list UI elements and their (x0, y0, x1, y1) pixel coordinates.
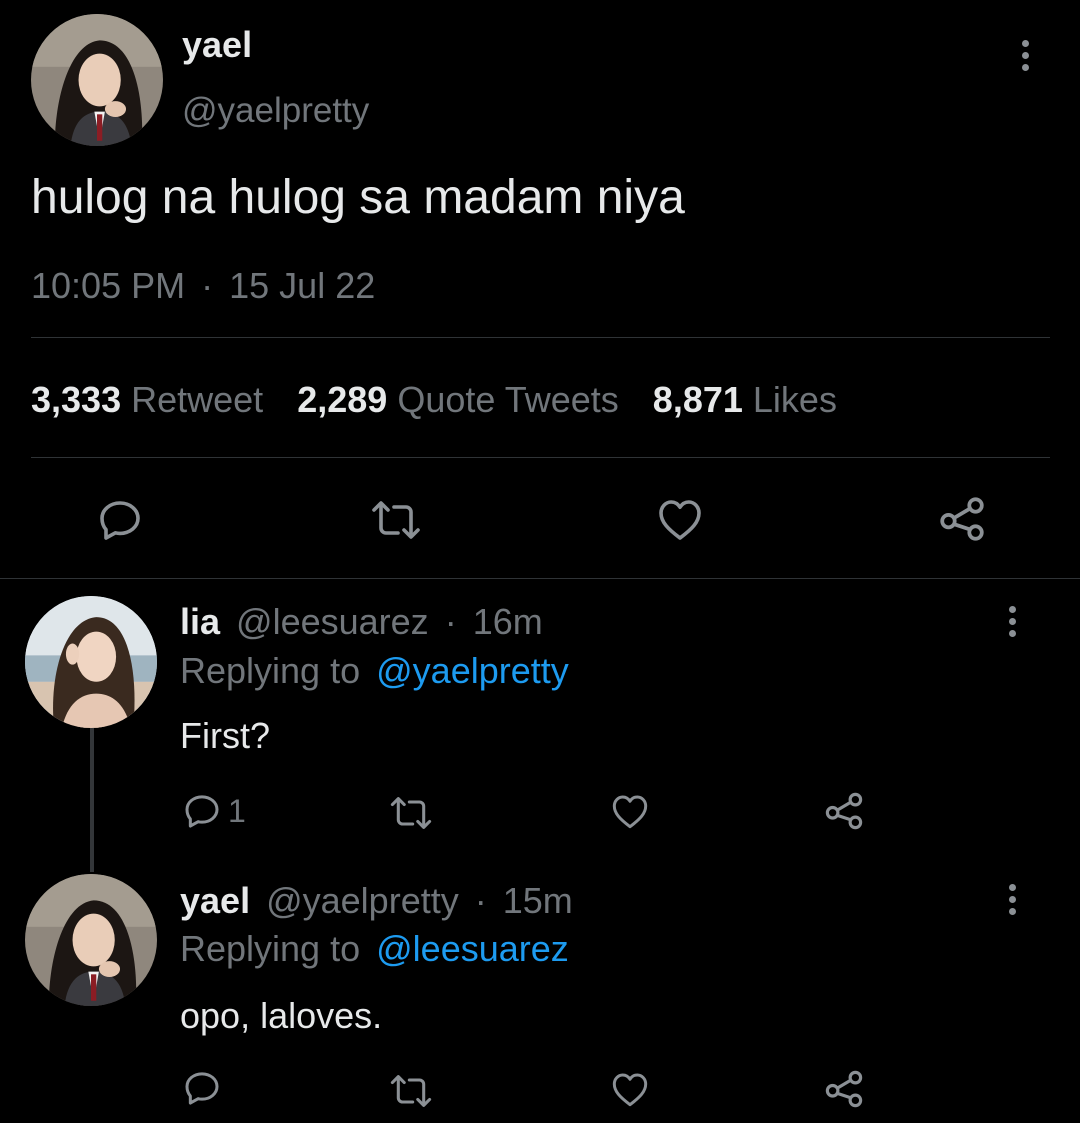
replying-prefix: Replying to (180, 928, 361, 969)
replying-prefix: Replying to (180, 650, 361, 691)
reply-text: opo, laloves. (180, 995, 383, 1036)
tweet-time[interactable]: 10:05 PM (31, 265, 185, 306)
like-button[interactable] (656, 496, 704, 542)
divider (31, 457, 1050, 458)
like-button[interactable] (610, 1070, 650, 1108)
reply-time[interactable]: 16m (473, 601, 543, 642)
reply-button[interactable]: 1 (182, 791, 246, 831)
reply-icon (185, 795, 219, 828)
retweet-icon (372, 501, 420, 539)
tweet-text: hulog na hulog sa madam niya (31, 171, 685, 224)
reply-header: lia @leesuarez · 16m (180, 601, 543, 643)
reply-icon (100, 501, 140, 540)
reply-button[interactable] (96, 496, 144, 544)
like-icon (612, 1073, 648, 1107)
timestamp-separator: · (201, 265, 214, 306)
avatar-yael[interactable] (31, 14, 163, 146)
reply-time[interactable]: 15m (503, 880, 573, 921)
likes-stat[interactable]: 8,871 Likes (653, 379, 837, 420)
share-icon (825, 792, 863, 830)
reply-author-name[interactable]: lia (180, 601, 220, 642)
quotes-stat[interactable]: 2,289 Quote Tweets (297, 379, 629, 420)
share-icon (940, 497, 984, 541)
quotes-count: 2,289 (297, 379, 388, 420)
author-name[interactable]: yael (182, 24, 252, 66)
reply-count: 1 (228, 792, 246, 829)
divider (0, 578, 1080, 579)
retweet-icon (390, 797, 432, 829)
replying-to-handle[interactable]: @leesuarez (376, 928, 569, 969)
quotes-label: Quote Tweets (397, 379, 619, 420)
replying-to-handle[interactable]: @yaelpretty (376, 650, 569, 691)
reply-icon (185, 1072, 219, 1105)
likes-label: Likes (752, 379, 837, 420)
likes-count: 8,871 (652, 379, 743, 420)
like-icon (659, 500, 701, 540)
reply-header: yael @yaelpretty · 15m (180, 880, 573, 922)
retweets-label: Retweet (131, 379, 264, 420)
like-button[interactable] (610, 792, 650, 830)
tweet-stats: 3,333 Retweet 2,289 Quote Tweets 8,871 L… (31, 379, 837, 421)
like-icon (612, 795, 648, 829)
share-button[interactable] (823, 1068, 865, 1110)
thread-line (90, 728, 94, 872)
avatar-lia[interactable] (25, 596, 157, 728)
more-icon[interactable] (1019, 40, 1031, 71)
more-icon[interactable] (1006, 606, 1018, 637)
reply-separator: · (444, 601, 457, 642)
retweet-button[interactable] (370, 498, 422, 542)
retweet-button[interactable] (389, 794, 433, 832)
replying-to: Replying to @leesuarez (180, 928, 569, 970)
share-icon (825, 1070, 863, 1108)
retweets-stat[interactable]: 3,333 Retweet (31, 379, 273, 420)
tweet-timestamp: 10:05 PM · 15 Jul 22 (31, 265, 375, 307)
share-button[interactable] (823, 790, 865, 832)
retweets-count: 3,333 (31, 379, 122, 420)
more-icon[interactable] (1006, 884, 1018, 915)
retweet-icon (390, 1075, 432, 1107)
reply-author-name[interactable]: yael (180, 880, 250, 921)
author-handle[interactable]: @yaelpretty (182, 91, 369, 131)
reply-author-handle[interactable]: @leesuarez (236, 601, 429, 642)
reply-button[interactable] (182, 1068, 222, 1108)
reply-author-handle[interactable]: @yaelpretty (266, 880, 459, 921)
reply-separator: · (474, 880, 487, 921)
share-button[interactable] (937, 494, 987, 544)
reply-text: First? (180, 715, 270, 756)
tweet-date[interactable]: 15 Jul 22 (229, 265, 375, 306)
divider (31, 337, 1050, 338)
avatar-yael[interactable] (25, 874, 157, 1006)
replying-to: Replying to @yaelpretty (180, 650, 569, 692)
retweet-button[interactable] (389, 1072, 433, 1110)
